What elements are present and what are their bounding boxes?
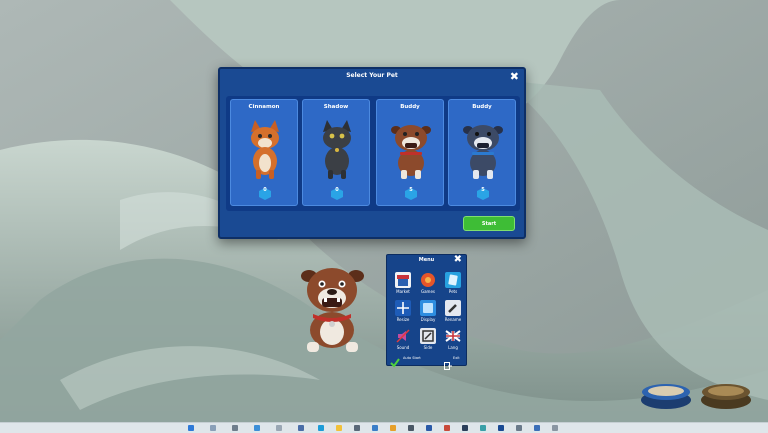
search-icon[interactable] — [210, 425, 216, 431]
level-badge: 5 — [477, 185, 489, 200]
widgets-icon[interactable] — [254, 425, 260, 431]
taskbar — [0, 422, 768, 433]
app-icon[interactable] — [298, 425, 304, 431]
autostart-toggle[interactable]: Auto Start — [390, 353, 430, 368]
sound-icon — [395, 328, 411, 344]
pet-app-icon[interactable] — [498, 425, 504, 431]
menu-close-button[interactable]: ✖ — [454, 254, 462, 265]
pet-name: Buddy — [472, 104, 492, 110]
desktop-pet-bulldog[interactable] — [295, 262, 370, 354]
level-value: 5 — [409, 187, 413, 193]
water-bowl-icon[interactable] — [640, 378, 692, 410]
pet-card-shadow[interactable]: Shadow 0 — [302, 99, 370, 206]
app-icon[interactable] — [534, 425, 540, 431]
menu-item-label: Sound — [396, 345, 410, 350]
bulldog-pet-icon — [463, 125, 503, 179]
app-icon[interactable] — [408, 425, 414, 431]
app-icon[interactable] — [480, 425, 486, 431]
pet-name: Buddy — [400, 104, 420, 110]
level-value: 0 — [335, 187, 339, 193]
level-badge: 0 — [259, 185, 271, 200]
file-explorer-icon[interactable] — [336, 425, 342, 431]
language-flag-icon — [445, 328, 461, 344]
menu-item-rename[interactable]: Rename — [442, 298, 464, 324]
app-icon[interactable] — [444, 425, 450, 431]
task-view-icon[interactable] — [232, 425, 238, 431]
menu-item-label: Market — [396, 289, 410, 294]
dialog-close-button[interactable]: ✖ — [510, 70, 519, 83]
games-icon — [420, 272, 436, 288]
start-button[interactable]: Start — [463, 216, 515, 231]
pet-cards-panel: Cinnamon 0 Shadow 0 Buddy 5 Buddy 5 — [226, 96, 520, 211]
market-icon — [395, 272, 411, 288]
pet-card-buddy-blue[interactable]: Buddy 5 — [448, 99, 516, 206]
food-bowl-icon[interactable] — [700, 378, 752, 410]
pet-card-buddy-brown[interactable]: Buddy 5 — [376, 99, 444, 206]
pet-name: Cinnamon — [248, 104, 280, 110]
menu-item-pets[interactable]: Pets — [442, 270, 464, 296]
menu-item-label: Lang — [448, 345, 458, 350]
pet-menu-panel: Menu ✖ Market Games Pets Resize Display … — [386, 254, 467, 370]
cat-pet-icon — [251, 120, 279, 179]
select-pet-dialog: Select Your Pet ✖ Cinnamon 0 Shadow 0 Bu… — [218, 67, 526, 239]
menu-item-market[interactable]: Market — [392, 270, 414, 296]
pets-icon — [445, 272, 461, 288]
level-value: 5 — [481, 187, 485, 193]
level-value: 0 — [263, 187, 267, 193]
dialog-title: Select Your Pet — [346, 72, 398, 79]
rename-icon — [445, 300, 461, 316]
menu-item-sound[interactable]: Sound — [392, 326, 414, 352]
menu-item-display[interactable]: Display — [417, 298, 439, 324]
app-icon[interactable] — [516, 425, 522, 431]
menu-item-label: Pets — [448, 289, 458, 294]
side-icon — [420, 328, 436, 344]
exit-label: Exit — [453, 356, 460, 360]
display-icon — [420, 300, 436, 316]
checkmark-icon — [390, 358, 400, 368]
menu-item-lang[interactable]: Lang — [442, 326, 464, 352]
exit-button[interactable]: Exit — [444, 355, 464, 370]
black-cat-pet-icon — [323, 120, 351, 179]
menu-item-games[interactable]: Games — [417, 270, 439, 296]
exit-icon — [444, 362, 452, 370]
menu-item-label: Resize — [396, 317, 410, 322]
pet-card-cinnamon[interactable]: Cinnamon 0 — [230, 99, 298, 206]
app-icon[interactable] — [462, 425, 468, 431]
menu-item-label: Display — [420, 317, 436, 322]
start-menu-icon[interactable] — [188, 425, 194, 431]
menu-item-label: Games — [421, 289, 435, 294]
app-icon[interactable] — [372, 425, 378, 431]
app-icon[interactable] — [276, 425, 282, 431]
app-icon[interactable] — [354, 425, 360, 431]
app-icon[interactable] — [390, 425, 396, 431]
menu-item-side[interactable]: Side — [417, 326, 439, 352]
resize-icon — [395, 300, 411, 316]
edge-icon[interactable] — [318, 425, 324, 431]
menu-item-label: Rename — [444, 317, 462, 322]
menu-item-resize[interactable]: Resize — [392, 298, 414, 324]
level-badge: 0 — [331, 185, 343, 200]
bulldog-pet-icon — [391, 125, 431, 179]
level-badge: 5 — [405, 185, 417, 200]
pet-name: Shadow — [323, 104, 349, 110]
menu-item-label: Side — [423, 345, 433, 350]
app-icon[interactable] — [426, 425, 432, 431]
app-icon[interactable] — [552, 425, 558, 431]
autostart-label: Auto Start — [403, 356, 421, 360]
